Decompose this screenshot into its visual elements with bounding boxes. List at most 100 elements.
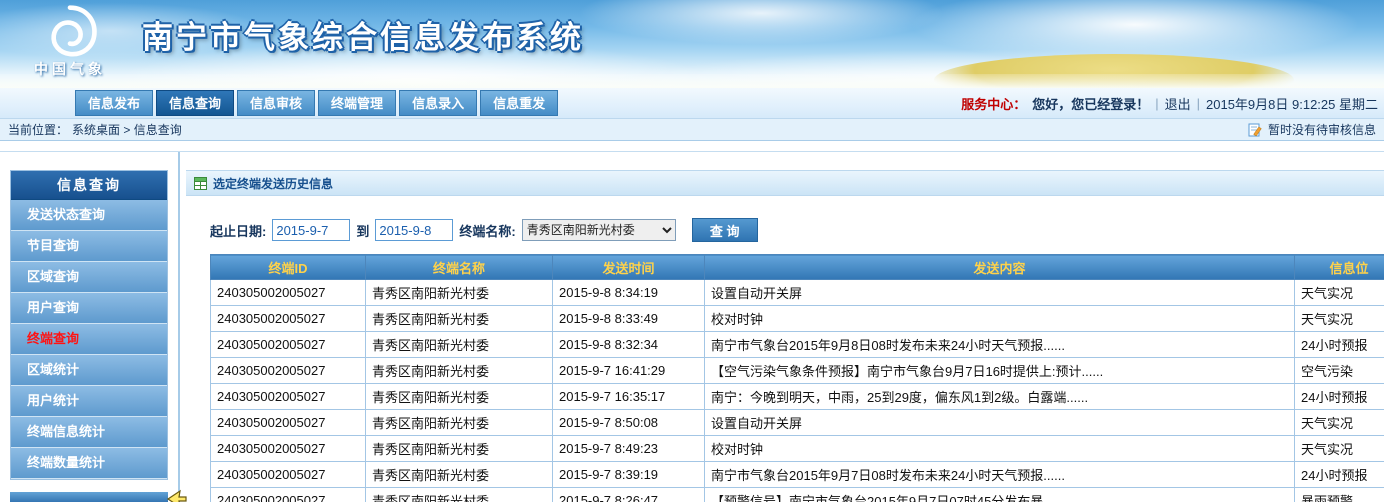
sidebar: 信息查询 发送状态查询节目查询区域查询用户查询终端查询区域统计用户统计终端信息统… — [10, 170, 168, 480]
logo-text: 中国气象 — [20, 59, 120, 79]
sidebar-item-1[interactable]: 发送状态查询 — [11, 200, 167, 231]
terminal-select[interactable]: 青秀区南阳新光村委 — [522, 219, 676, 241]
vertical-divider — [178, 152, 180, 502]
table-cell: 240305002005027 — [211, 280, 366, 306]
sidebar-item-2[interactable]: 节目查询 — [11, 231, 167, 262]
grid-table-icon — [194, 177, 207, 190]
table-cell: 2015-9-7 8:50:08 — [553, 410, 705, 436]
date-from-input[interactable] — [272, 219, 350, 241]
banner: 中国气象 南宁市气象综合信息发布系统 — [0, 0, 1384, 88]
table-cell: 设置自动开关屏 — [705, 280, 1295, 306]
table-cell: 天气实况 — [1295, 410, 1384, 436]
table-cell: 青秀区南阳新光村委 — [366, 488, 553, 502]
nav-bar: 信息发布信息查询信息审核终端管理信息录入信息重发 服务中心： 您好，您已经登录！… — [0, 88, 1384, 119]
table-cell: 暴雨预警 — [1295, 488, 1384, 502]
service-center-label: 服务中心： — [961, 94, 1026, 113]
table-cell: 24小时预报 — [1295, 462, 1384, 488]
nav-tab-1[interactable]: 信息发布 — [75, 90, 153, 116]
table-cell: 240305002005027 — [211, 306, 366, 332]
sidebar-item-3[interactable]: 区域查询 — [11, 262, 167, 293]
table-row: 240305002005027青秀区南阳新光村委2015-9-7 8:49:23… — [211, 436, 1384, 462]
table-cell: 2015-9-7 8:49:23 — [553, 436, 705, 462]
table-header-cell: 信息位 — [1295, 255, 1384, 280]
table-cell: 【预警信号】南宁市气象台2015年9月7日07时45分发布暴...... — [705, 488, 1295, 502]
table-row: 240305002005027青秀区南阳新光村委2015-9-7 8:50:08… — [211, 410, 1384, 436]
breadcrumb: 当前位置： 系统桌面 > 信息查询 — [8, 121, 182, 138]
table-cell: 天气实况 — [1295, 306, 1384, 332]
table-cell: 青秀区南阳新光村委 — [366, 306, 553, 332]
history-table: 终端ID终端名称发送时间发送内容信息位 240305002005027青秀区南阳… — [210, 254, 1384, 502]
table-cell: 青秀区南阳新光村委 — [366, 384, 553, 410]
table-row: 240305002005027青秀区南阳新光村委2015-9-8 8:33:49… — [211, 306, 1384, 332]
main-panel: 选定终端发送历史信息 起止日期: 到 终端名称: 青秀区南阳新光村委 查 询 终… — [186, 170, 1384, 502]
table-cell: 【空气污染气象条件预报】南宁市气象台9月7日16时提供上:预计...... — [705, 358, 1295, 384]
table-cell: 2015-9-8 8:32:34 — [553, 332, 705, 358]
page: 中国气象 南宁市气象综合信息发布系统 信息发布信息查询信息审核终端管理信息录入信… — [0, 0, 1384, 502]
table-cell: 240305002005027 — [211, 358, 366, 384]
sidebar-item-8[interactable]: 终端信息统计 — [11, 417, 167, 448]
to-label: 到 — [356, 221, 369, 240]
logout-link[interactable]: 退出 — [1165, 94, 1191, 113]
spiral-logo-icon — [41, 3, 99, 61]
nav-tab-5[interactable]: 信息录入 — [399, 90, 477, 116]
table-header-cell: 发送时间 — [553, 255, 705, 280]
sidebar-item-4[interactable]: 用户查询 — [11, 293, 167, 324]
field-decoration — [0, 74, 1384, 88]
table-cell: 2015-9-7 8:39:19 — [553, 462, 705, 488]
table-row: 240305002005027青秀区南阳新光村委2015-9-7 16:41:2… — [211, 358, 1384, 384]
table-cell: 校对时钟 — [705, 436, 1295, 462]
page-title: 南宁市气象综合信息发布系统 — [142, 12, 584, 57]
breadcrumb-bar: 当前位置： 系统桌面 > 信息查询 暂时没有待审核信息 — [0, 119, 1384, 141]
nav-tabs: 信息发布信息查询信息审核终端管理信息录入信息重发 — [75, 88, 558, 118]
login-greeting: 您好，您已经登录！ — [1032, 94, 1149, 113]
breadcrumb-path[interactable]: 系统桌面 > 信息查询 — [72, 121, 182, 138]
table-cell: 青秀区南阳新光村委 — [366, 436, 553, 462]
nav-tab-6[interactable]: 信息重发 — [480, 90, 558, 116]
nav-tab-3[interactable]: 信息审核 — [237, 90, 315, 116]
table-header-cell: 终端名称 — [366, 255, 553, 280]
table-cell: 240305002005027 — [211, 436, 366, 462]
table-cell: 青秀区南阳新光村委 — [366, 462, 553, 488]
table-cell: 青秀区南阳新光村委 — [366, 410, 553, 436]
note-pencil-icon — [1248, 123, 1263, 137]
mouse-cursor — [166, 489, 188, 502]
table-header-cell: 发送内容 — [705, 255, 1295, 280]
cma-logo: 中国气象 — [20, 3, 120, 79]
sidebar-item-6[interactable]: 区域统计 — [11, 355, 167, 386]
table-cell: 南宁市气象台2015年9月7日08时发布未来24小时天气预报...... — [705, 462, 1295, 488]
sidebar-title: 信息查询 — [11, 171, 167, 200]
nav-tab-4[interactable]: 终端管理 — [318, 90, 396, 116]
nav-tab-2[interactable]: 信息查询 — [156, 90, 234, 116]
date-to-input[interactable] — [375, 219, 453, 241]
table-row: 240305002005027青秀区南阳新光村委2015-9-7 16:35:1… — [211, 384, 1384, 410]
content: 信息查询 发送状态查询节目查询区域查询用户查询终端查询区域统计用户统计终端信息统… — [0, 141, 1384, 502]
table-cell: 24小时预报 — [1295, 332, 1384, 358]
table-cell: 240305002005027 — [211, 488, 366, 502]
table-cell: 240305002005027 — [211, 332, 366, 358]
sidebar-item-7[interactable]: 用户统计 — [11, 386, 167, 417]
table-row: 240305002005027青秀区南阳新光村委2015-9-8 8:34:19… — [211, 280, 1384, 306]
table-row: 240305002005027青秀区南阳新光村委2015-9-7 8:39:19… — [211, 462, 1384, 488]
sidebar-menu: 发送状态查询节目查询区域查询用户查询终端查询区域统计用户统计终端信息统计终端数量… — [11, 200, 167, 479]
table-cell: 240305002005027 — [211, 462, 366, 488]
panel-header: 选定终端发送历史信息 — [186, 170, 1384, 196]
sidebar-footer — [10, 492, 168, 502]
table-cell: 设置自动开关屏 — [705, 410, 1295, 436]
table-cell: 2015-9-7 8:26:47 — [553, 488, 705, 502]
query-button[interactable]: 查 询 — [692, 218, 758, 242]
terminal-name-label: 终端名称: — [459, 221, 515, 240]
separator: | — [1155, 96, 1158, 111]
sidebar-item-9[interactable]: 终端数量统计 — [11, 448, 167, 479]
table-cell: 南宁：今晚到明天，中雨，25到29度，偏东风1到2级。白露端...... — [705, 384, 1295, 410]
table-cell: 天气实况 — [1295, 280, 1384, 306]
query-form: 起止日期: 到 终端名称: 青秀区南阳新光村委 查 询 — [210, 218, 1384, 242]
content-gap — [0, 141, 1384, 152]
table-cell: 2015-9-8 8:33:49 — [553, 306, 705, 332]
table-cell: 2015-9-7 16:41:29 — [553, 358, 705, 384]
table-header-cell: 终端ID — [211, 255, 366, 280]
review-notice-text: 暂时没有待审核信息 — [1268, 121, 1376, 138]
sidebar-item-5[interactable]: 终端查询 — [11, 324, 167, 355]
table-cell: 青秀区南阳新光村委 — [366, 280, 553, 306]
review-notice: 暂时没有待审核信息 — [1248, 121, 1376, 138]
date-range-label: 起止日期: — [210, 221, 266, 240]
